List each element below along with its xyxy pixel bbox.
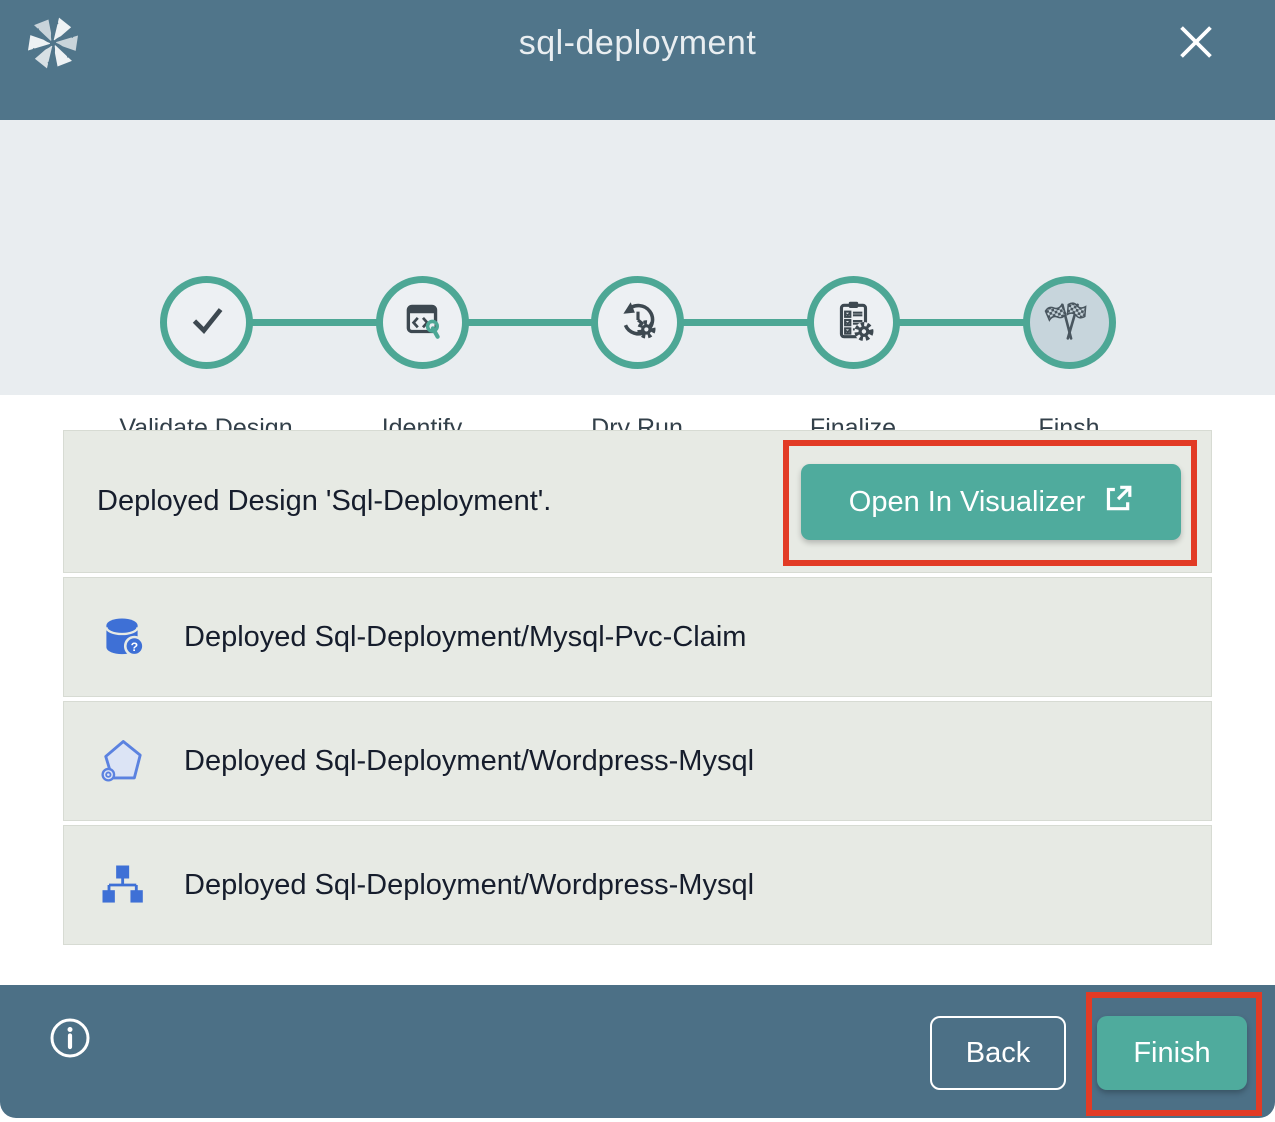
info-icon [48, 1048, 92, 1063]
step-validate-design[interactable] [160, 276, 253, 369]
open-in-visualizer-button[interactable]: Open In Visualizer [801, 464, 1181, 540]
check-icon [184, 297, 230, 348]
code-config-icon [400, 297, 446, 348]
info-button[interactable] [48, 1016, 92, 1060]
step-identify-environments[interactable] [376, 276, 469, 369]
hierarchy-icon [96, 859, 148, 911]
modal-title: sql-deployment [0, 24, 1275, 63]
result-row-pvc-claim: ? Deployed Sql-Deployment/Mysql-Pvc-Clai… [63, 577, 1212, 697]
svg-text:?: ? [131, 640, 139, 654]
step-finalize-deployment[interactable] [807, 276, 900, 369]
deployed-design-text: Deployed Design 'Sql-Deployment'. [97, 485, 551, 518]
step-finish[interactable] [1023, 276, 1116, 369]
back-button[interactable]: Back [930, 1016, 1066, 1090]
modal-footer: Back Finish [0, 985, 1275, 1118]
result-row-text: Deployed Sql-Deployment/Wordpress-Mysql [184, 869, 754, 902]
result-row-text: Deployed Sql-Deployment/Wordpress-Mysql [184, 745, 754, 778]
clipboard-gear-icon [831, 297, 877, 348]
close-button[interactable] [1175, 22, 1217, 64]
external-link-icon [1101, 482, 1133, 522]
finish-button[interactable]: Finish [1097, 1016, 1247, 1090]
close-icon [1176, 22, 1216, 65]
database-icon: ? [96, 611, 148, 663]
step-dry-run[interactable] [591, 276, 684, 369]
finish-flags-icon [1044, 294, 1096, 351]
result-row-wordpress-mysql-2: Deployed Sql-Deployment/Wordpress-Mysql [63, 825, 1212, 945]
deployment-results: Deployed Design 'Sql-Deployment'. Open I… [63, 430, 1212, 945]
open-in-visualizer-label: Open In Visualizer [849, 486, 1085, 519]
result-row-text: Deployed Sql-Deployment/Mysql-Pvc-Claim [184, 621, 746, 654]
modal-header: sql-deployment [0, 0, 1275, 120]
stepper: Validate Design Identify Environments [0, 120, 1275, 395]
result-row-wordpress-mysql-1: Deployed Sql-Deployment/Wordpress-Mysql [63, 701, 1212, 821]
deployment-wizard-modal: sql-deployment Validate Design [0, 0, 1275, 1122]
pentagon-icon [96, 735, 148, 787]
dry-run-icon [615, 297, 661, 348]
deployed-design-row: Deployed Design 'Sql-Deployment'. Open I… [63, 430, 1212, 573]
